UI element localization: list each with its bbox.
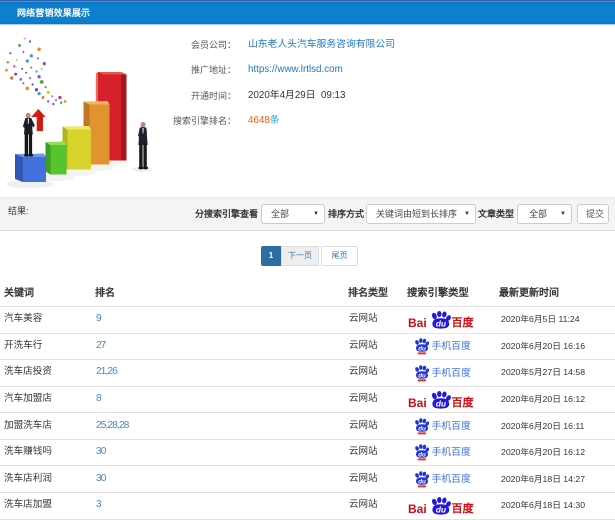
svg-text:du: du	[418, 345, 426, 352]
svg-text:du: du	[418, 425, 426, 432]
svg-text:du: du	[418, 372, 426, 379]
svg-text:du: du	[435, 398, 446, 408]
svg-text:du: du	[418, 452, 426, 459]
svg-text:du: du	[435, 319, 446, 329]
svg-text:du: du	[418, 478, 426, 485]
svg-text:du: du	[435, 504, 446, 514]
